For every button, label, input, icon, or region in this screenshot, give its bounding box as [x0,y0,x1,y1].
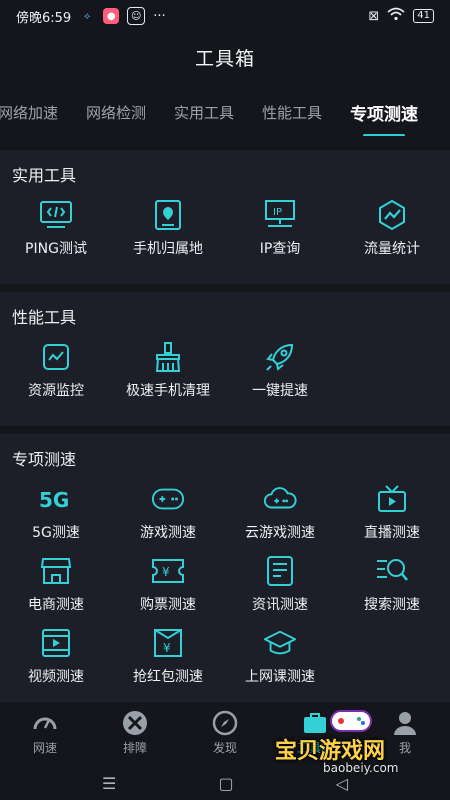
section-title: 性能工具 [12,308,77,327]
cloud-game-icon [263,482,297,516]
nav-discover[interactable]: 发现 [185,709,265,756]
watermark: 宝贝游戏网 baobeiy.com [275,705,445,775]
tool-label: 购票测速 [140,597,196,613]
tool-live-speedtest[interactable]: 直播测速 [336,482,448,542]
tool-ticket-speedtest[interactable]: ¥ 购票测速 [112,554,224,614]
section-title: 专项测速 [12,450,77,469]
shop-icon [39,554,73,588]
tool-label: IP查询 [259,241,301,257]
tool-ip-query[interactable]: IP IP查询 [224,198,336,258]
tool-label: 电商测速 [28,597,84,613]
tool-label: 5G测速 [32,525,80,541]
nav-label: 网速 [32,740,57,755]
traffic-chart-icon [375,198,409,232]
graduation-cap-icon [263,626,297,660]
nav-label: 发现 [212,740,237,755]
tool-label: 游戏测速 [140,525,196,541]
live-tv-icon [375,482,409,516]
location-phone-icon [151,198,185,232]
red-envelope-icon: ¥ [151,626,185,660]
tool-label: 搜索测速 [364,597,420,613]
broom-icon [151,340,185,374]
notification-app-icon: ⟡ [83,10,91,22]
gamepad-icon [151,482,185,516]
tab-bar: 网络加速 网络检测 实用工具 性能工具 专项测速 [0,88,450,136]
ip-monitor-icon: IP [263,198,297,232]
status-time: 傍晚6:59 [16,10,72,26]
tool-phone-cleaner[interactable]: 极速手机清理 [112,340,224,400]
tool-label: 手机归属地 [133,241,203,257]
tab-special-speedtest[interactable]: 专项测速 [350,100,418,125]
nav-troubleshoot[interactable]: 排障 [95,709,175,756]
tool-label: 流量统计 [364,241,420,257]
more-notifications-icon: ··· [153,8,166,24]
5g-icon: 5G [39,482,73,516]
news-icon [263,554,297,588]
tool-video-speedtest[interactable]: 视频测速 [0,626,112,686]
svg-text:¥: ¥ [162,565,170,579]
tool-traffic-stats[interactable]: 流量统计 [336,198,448,258]
video-icon [39,626,73,660]
section-title: 实用工具 [12,166,77,185]
svg-text:IP: IP [273,207,282,218]
tool-ecommerce-speedtest[interactable]: 电商测速 [0,554,112,614]
gamepad-logo-icon [330,710,372,732]
tool-label: 一键提速 [252,383,308,399]
battery-icon: 41 [413,9,434,23]
tool-search-speedtest[interactable]: 搜索测速 [336,554,448,614]
ticket-icon: ¥ [151,554,185,588]
tool-cloud-game-speedtest[interactable]: 云游戏测速 [224,482,336,542]
section-utility-tools: 实用工具 PING测试 手机归属地 IP IP查询 流量统计 [0,150,450,284]
home-icon[interactable]: ▢ [218,774,233,793]
tools-icon [121,709,149,737]
tool-label: PING测试 [25,241,87,257]
tool-content: 实用工具 PING测试 手机归属地 IP IP查询 流量统计 性能工具 资源监控… [0,150,450,720]
tab-network-detection[interactable]: 网络检测 [86,102,146,123]
sim-off-icon: ⊠ [368,8,380,24]
wifi-icon [387,7,405,25]
tool-5g-speedtest[interactable]: 5G 5G测速 [0,482,112,542]
tool-label: 抢红包测速 [133,669,203,685]
svg-text:¥: ¥ [163,641,171,655]
status-bar: 傍晚6:59 ⟡ ● ☺ ··· ⊠ 41 [0,0,450,32]
speedometer-icon [31,709,59,737]
tool-label: 云游戏测速 [245,525,315,541]
tab-network-acceleration[interactable]: 网络加速 [0,102,58,123]
tool-one-click-boost[interactable]: 一键提速 [224,340,336,400]
system-navigation-bar: ☰ ▢ ◁ [0,766,450,800]
tool-label: 极速手机清理 [126,383,210,399]
tab-performance-tools[interactable]: 性能工具 [262,102,322,123]
tool-ping-test[interactable]: PING测试 [0,198,112,258]
tool-resource-monitor[interactable]: 资源监控 [0,340,112,400]
tool-phone-location[interactable]: 手机归属地 [112,198,224,258]
nav-label: 排障 [122,740,147,755]
nav-speed[interactable]: 网速 [5,709,85,756]
resource-monitor-icon [39,340,73,374]
tool-red-envelope-speedtest[interactable]: ¥ 抢红包测速 [112,626,224,686]
tool-online-class-speedtest[interactable]: 上网课测速 [224,626,336,686]
tool-label: 视频测速 [28,669,84,685]
code-monitor-icon [39,198,73,232]
notification-app-icon-2: ● [103,8,120,24]
notification-app-icon-3: ☺ [127,7,146,25]
svg-text:5G: 5G [39,488,69,511]
rocket-icon [263,340,297,374]
section-performance-tools: 性能工具 资源监控 极速手机清理 一键提速 [0,292,450,426]
page-title: 工具箱 [194,48,255,70]
tool-label: 直播测速 [364,525,420,541]
tab-utility-tools[interactable]: 实用工具 [174,102,234,123]
section-special-speedtest: 专项测速 5G 5G测速 游戏测速 云游戏测速 直播测速 电商测速 ¥ 购票测速… [0,434,450,712]
tool-label: 资源监控 [28,383,84,399]
menu-icon[interactable]: ☰ [102,774,116,793]
tool-label: 上网课测速 [245,669,315,685]
search-list-icon [375,554,409,588]
compass-icon [211,709,239,737]
tool-label: 资讯测速 [252,597,308,613]
back-icon[interactable]: ◁ [336,774,348,793]
tool-game-speedtest[interactable]: 游戏测速 [112,482,224,542]
tool-news-speedtest[interactable]: 资讯测速 [224,554,336,614]
